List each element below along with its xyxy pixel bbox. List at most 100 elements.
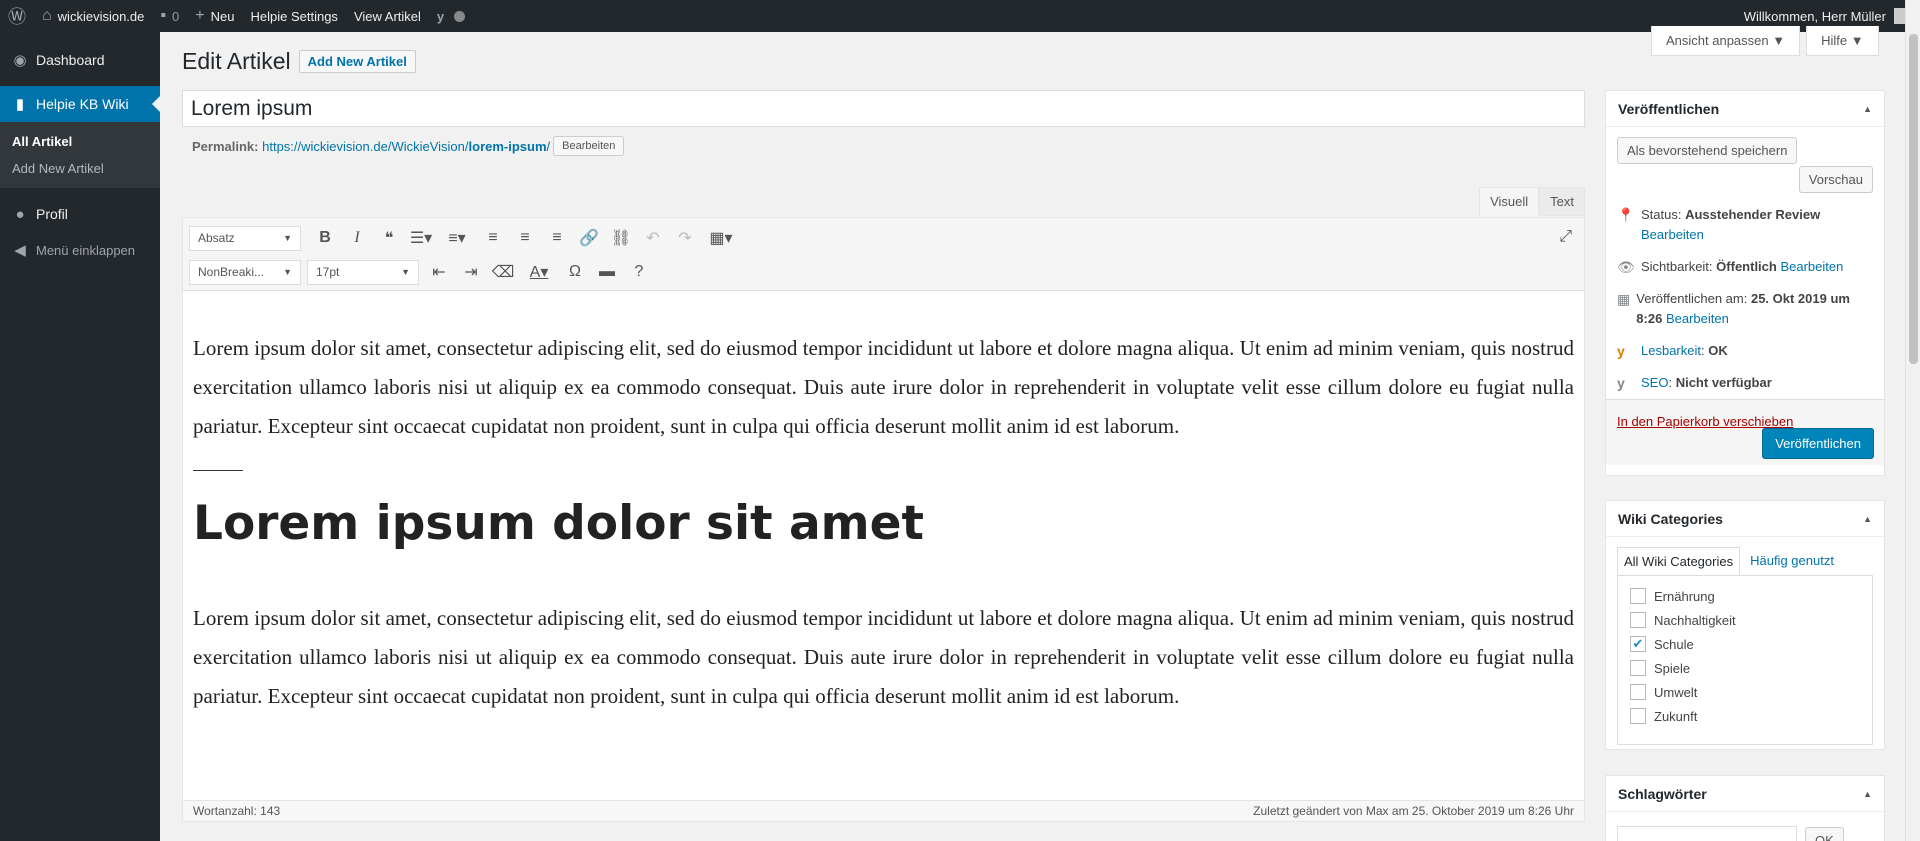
undo-icon[interactable]: ↶ (637, 228, 669, 248)
indent-icon[interactable]: ⇥ (455, 262, 487, 282)
paragraph: Lorem ipsum dolor sit amet, consectetur … (193, 336, 1574, 438)
sidebar-item-helpie[interactable]: ▮ Helpie KB Wiki (0, 86, 160, 122)
category-label: Zukunft (1654, 708, 1698, 724)
category-checkbox[interactable] (1630, 708, 1646, 724)
numbered-list-icon[interactable]: ≡▾ (437, 228, 477, 248)
comment-icon: ▪ (160, 7, 167, 24)
add-tag-button[interactable]: OK (1805, 826, 1844, 841)
categories-box-header[interactable]: Wiki Categories ▲ (1606, 501, 1884, 537)
category-checkbox[interactable] (1630, 612, 1646, 628)
category-item[interactable]: Nachhaltigkeit (1630, 608, 1860, 632)
new-content-link[interactable]: + Neu (187, 0, 242, 32)
font-family-select[interactable]: NonBreaki... ▼ (189, 259, 301, 285)
font-size-select[interactable]: 17pt ▼ (307, 259, 419, 285)
trash-link[interactable]: In den Papierkorb verschieben (1617, 414, 1793, 429)
help-button[interactable]: Hilfe ▼ (1806, 26, 1879, 56)
italic-icon[interactable]: I (341, 229, 373, 247)
collapse-arrow-icon[interactable]: ▲ (1863, 104, 1872, 114)
readability-link[interactable]: Lesbarkeit (1641, 343, 1701, 358)
preview-button[interactable]: Vorschau (1798, 166, 1873, 193)
sidebar-item-dashboard[interactable]: ◉ Dashboard (0, 42, 160, 78)
tab-visual[interactable]: Visuell (1479, 187, 1540, 216)
tab-text[interactable]: Text (1539, 187, 1585, 216)
category-checkbox[interactable] (1630, 684, 1646, 700)
align-left-icon[interactable]: ≡ (477, 229, 509, 247)
text-color-icon[interactable]: A▾ (519, 262, 559, 282)
category-checkbox[interactable] (1630, 660, 1646, 676)
category-item[interactable]: Ernährung (1630, 584, 1860, 608)
permalink-link[interactable]: https://wickievision.de/WickieVision/lor… (262, 139, 550, 154)
bullet-list-icon[interactable]: ☰▾ (405, 228, 437, 248)
sidebar-item-profil[interactable]: ● Profil (0, 196, 160, 232)
special-character-icon[interactable]: Ω (559, 263, 591, 281)
add-new-article-button[interactable]: Add New Artikel (298, 50, 416, 73)
table-icon[interactable]: ▦▾ (701, 228, 741, 248)
screen-options-button[interactable]: Ansicht anpassen ▼ (1651, 26, 1801, 56)
fullscreen-icon[interactable]: ⤢ (1559, 228, 1572, 246)
category-list: Ernährung Nachhaltigkeit ✔ Schule Spiele Umwe… (1617, 575, 1873, 745)
unlink-icon[interactable]: ⛓ (605, 228, 637, 248)
post-title-input[interactable]: Lorem ipsum (182, 90, 1585, 127)
align-center-icon[interactable]: ≡ (509, 229, 541, 247)
sidebar-item-add-new[interactable]: Add New Artikel (0, 155, 160, 182)
tags-box-header[interactable]: Schlagwörter ▲ (1606, 776, 1884, 812)
content-heading: Lorem ipsum dolor sit amet (193, 496, 924, 551)
help-icon[interactable]: ? (623, 263, 655, 281)
redo-icon[interactable]: ↷ (669, 228, 701, 248)
outdent-icon[interactable]: ⇤ (423, 262, 455, 282)
collapse-menu[interactable]: ◀ Menü einklappen (0, 232, 160, 268)
page-header: Edit Artikel Add New Artikel (182, 48, 416, 75)
category-item[interactable]: ✔ Schule (1630, 632, 1860, 656)
bold-icon[interactable]: B (309, 229, 341, 247)
category-checkbox[interactable] (1630, 588, 1646, 604)
category-item[interactable]: Umwelt (1630, 680, 1860, 704)
yoast-icon[interactable]: y (429, 0, 473, 32)
yoast-seo-icon: y (1617, 375, 1625, 391)
pin-icon: 📍 (1617, 207, 1635, 223)
yoast-readability-icon: y (1617, 343, 1625, 359)
category-label: Umwelt (1654, 684, 1698, 700)
tab-all-categories[interactable]: All Wiki Categories (1617, 547, 1741, 575)
scrollbar-thumb[interactable] (1909, 34, 1918, 364)
comments-link[interactable]: ▪ 0 (152, 0, 187, 32)
editor-content[interactable]: Lorem ipsum dolor sit amet, consectetur … (183, 291, 1584, 716)
category-checkbox[interactable]: ✔ (1630, 636, 1646, 652)
tag-input[interactable] (1617, 826, 1797, 841)
last-edited: Zuletzt geändert von Max am 25. Oktober … (1253, 804, 1574, 818)
calendar-icon: ▦ (1617, 291, 1631, 307)
book-icon: ▮ (15, 96, 25, 113)
editor-toolbar: Absatz ▼ B I ❝ ☰▾ ≡▾ ≡ ≡ ≡ 🔗 ⛓ ↶ ↷ ▦▾ Non… (183, 218, 1584, 291)
page-scrollbar[interactable] (1905, 0, 1920, 841)
view-article-link[interactable]: View Artikel (346, 0, 429, 32)
publish-box-header[interactable]: Veröffentlichen ▲ (1606, 91, 1884, 127)
read-more-icon[interactable]: ▬ (591, 263, 623, 281)
status-edit-link[interactable]: Bearbeiten (1641, 227, 1704, 242)
home-icon: ⌂ (42, 7, 52, 24)
plus-icon: + (195, 7, 205, 24)
publish-button[interactable]: Veröffentlichen (1762, 428, 1874, 459)
category-item[interactable]: Zukunft (1630, 704, 1860, 728)
align-right-icon[interactable]: ≡ (541, 229, 573, 247)
helpie-settings-link[interactable]: Helpie Settings (242, 0, 345, 32)
publish-actions: In den Papierkorb verschieben Veröffentl… (1606, 399, 1884, 465)
save-pending-button[interactable]: Als bevorstehend speichern (1617, 137, 1798, 164)
blockquote-icon[interactable]: ❝ (373, 228, 405, 248)
page-title: Edit Artikel (182, 48, 291, 74)
link-icon[interactable]: 🔗 (573, 228, 605, 248)
site-link[interactable]: ⌂ wickievision.de (34, 0, 152, 32)
tab-popular-categories[interactable]: Häufig genutzt (1740, 547, 1844, 575)
wordpress-logo-icon[interactable]: Ⓦ (0, 0, 34, 32)
collapse-arrow-icon[interactable]: ▲ (1863, 514, 1872, 524)
clear-formatting-icon[interactable]: ⌫ (487, 262, 519, 282)
permalink-edit-button[interactable]: Bearbeiten (553, 136, 625, 156)
visibility-edit-link[interactable]: Bearbeiten (1780, 259, 1843, 274)
format-select[interactable]: Absatz ▼ (189, 225, 301, 251)
categories-box: Wiki Categories ▲ All Wiki Categories Häu… (1605, 500, 1885, 750)
divider (193, 470, 243, 471)
category-item[interactable]: Spiele (1630, 656, 1860, 680)
collapse-arrow-icon[interactable]: ▲ (1863, 789, 1872, 799)
seo-link[interactable]: SEO (1641, 375, 1668, 390)
category-label: Schule (1654, 636, 1694, 652)
date-edit-link[interactable]: Bearbeiten (1666, 311, 1729, 326)
sidebar-item-all-articles[interactable]: All Artikel (0, 128, 160, 155)
